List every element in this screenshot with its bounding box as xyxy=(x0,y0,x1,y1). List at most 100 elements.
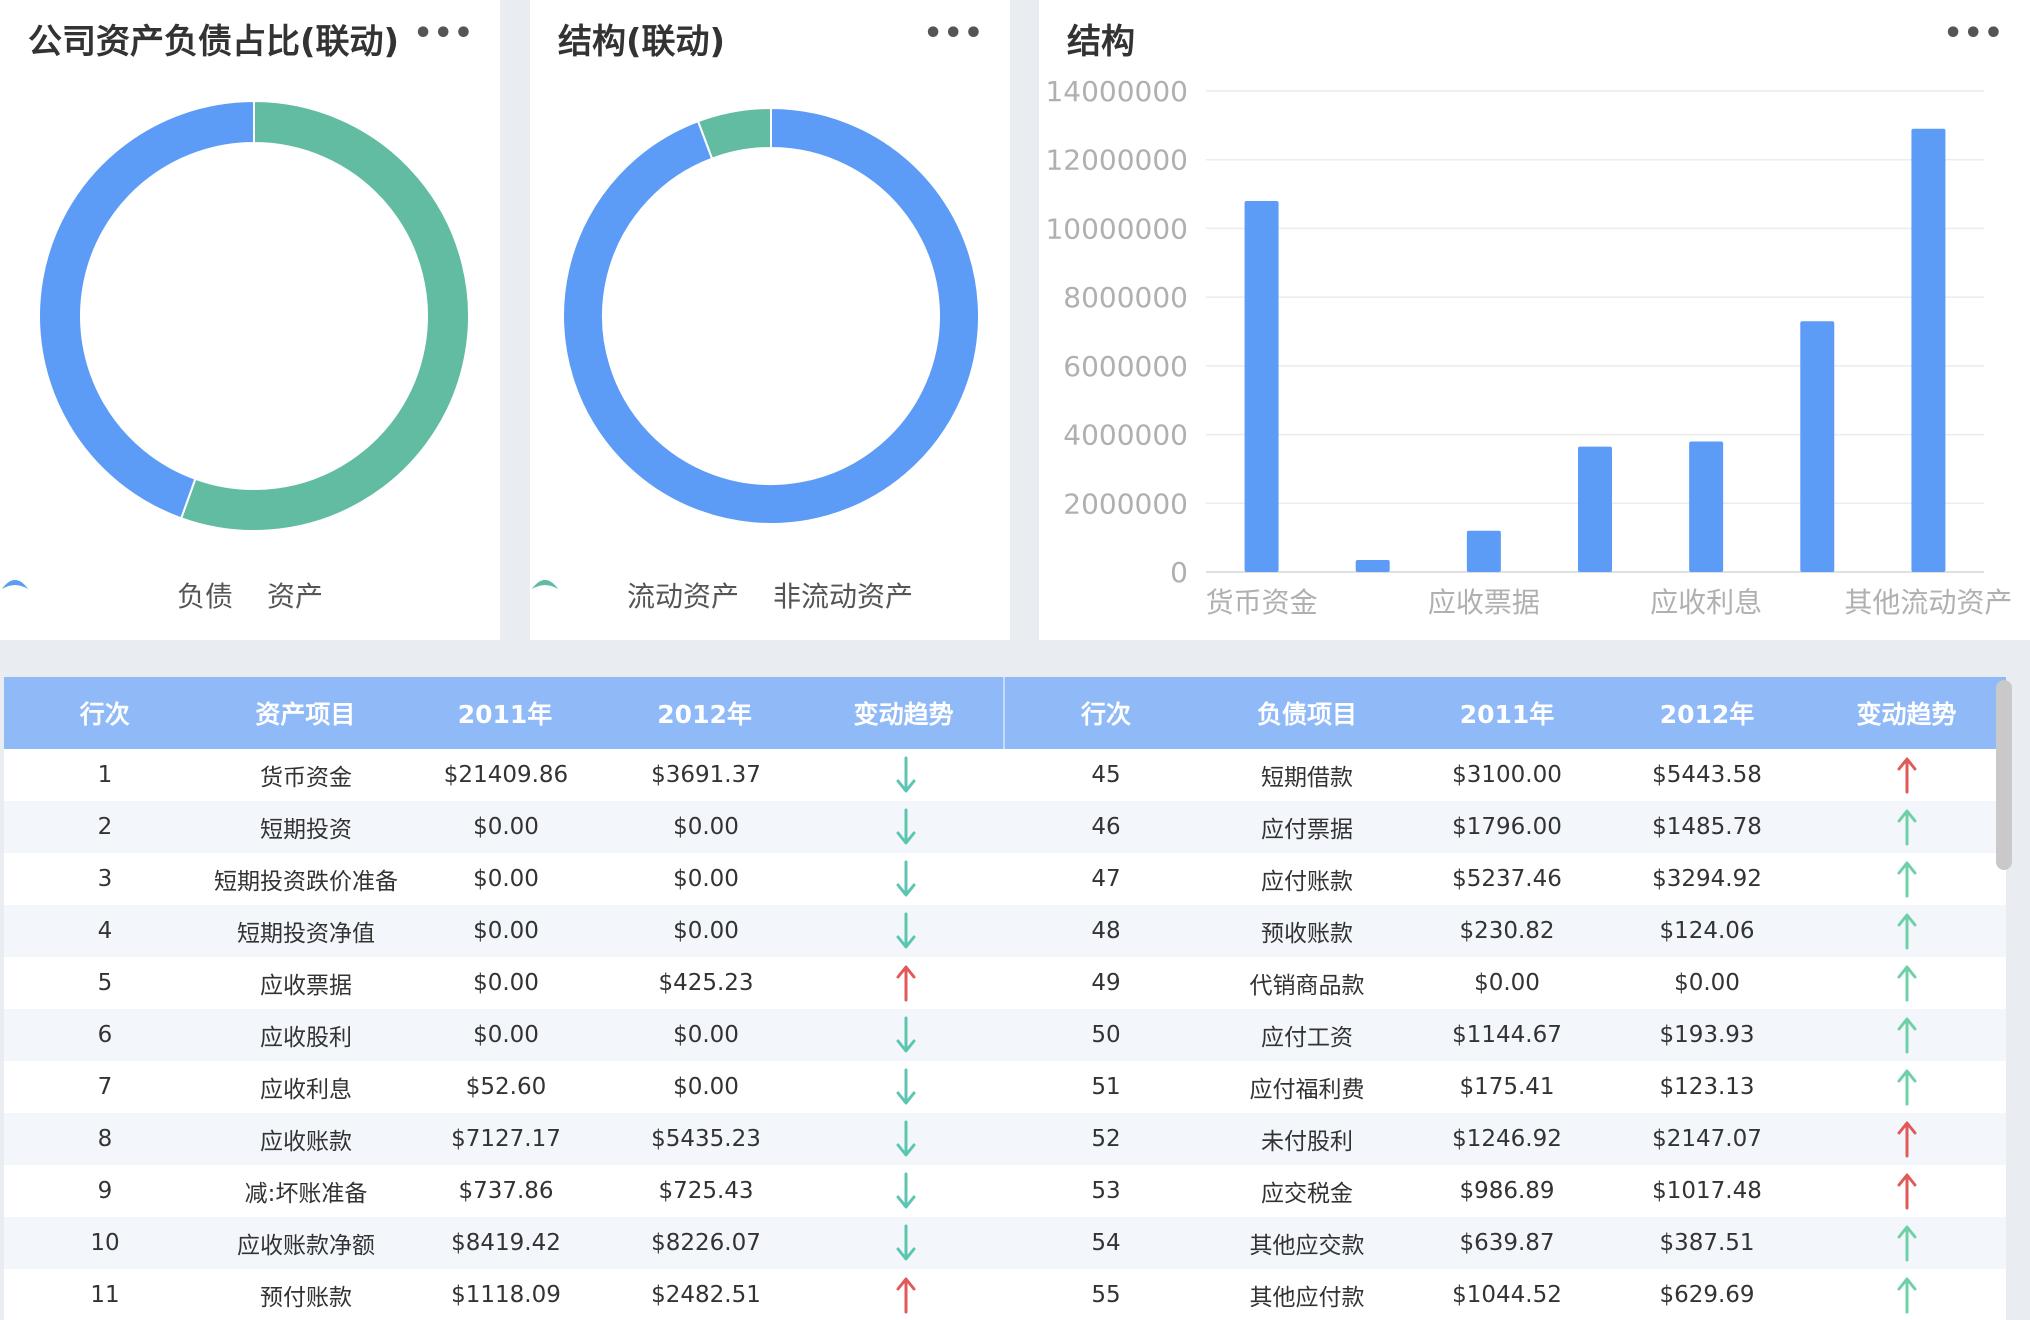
table-cell: 6 xyxy=(97,1022,113,1048)
table-row[interactable]: 5 应收票据 $0.00 $425.23 49 代销商品款 $0.00 $0.00 xyxy=(4,957,2006,1009)
table-row[interactable]: 3 短期投资跌价准备 $0.00 $0.00 47 应付账款 $5237.46 $3294.9… xyxy=(4,853,2006,905)
table-cell: 代销商品款 xyxy=(1249,973,1365,999)
legend-item[interactable]: 流动资产 xyxy=(532,575,739,615)
arrow-down-icon xyxy=(896,1172,915,1209)
arrow-up-icon xyxy=(1897,1225,1916,1262)
table-scrollbar[interactable] xyxy=(1996,680,2012,870)
bar-chart-structure[interactable]: 0 2000000 4000000 6000000 8000000 10000000 120… xyxy=(1039,0,2030,640)
legend-item[interactable]: 非流动资产 xyxy=(532,575,914,615)
trend-cell xyxy=(806,1061,1005,1113)
legend-item[interactable]: 资产 xyxy=(2,575,323,615)
table-row[interactable]: 2 短期投资 $0.00 $0.00 46 应付票据 $1796.00 $1485.78 xyxy=(4,801,2006,853)
bar-应收账款[interactable] xyxy=(1800,321,1835,572)
donut-slice[interactable] xyxy=(179,99,470,532)
table-cell: 3 xyxy=(97,866,113,892)
column-header[interactable]: 2011年 xyxy=(1407,677,1607,749)
table-header: 行次 资产项目 2011年 2012年 变动趋势 行次 负债项目 2011年 2012年 变动趋势 xyxy=(4,677,2006,749)
table-cell: 51 xyxy=(1091,1074,1121,1100)
table-cell: $0.00 xyxy=(673,918,739,944)
trend-cell xyxy=(1807,853,2006,905)
trend-cell xyxy=(1807,1269,2006,1320)
column-header[interactable]: 2011年 xyxy=(405,677,605,749)
column-header[interactable]: 2012年 xyxy=(605,677,805,749)
bar-应收利息[interactable] xyxy=(1689,441,1724,572)
y-tick-label: 14000000 xyxy=(1045,75,1188,108)
table-row[interactable]: 6 应收股利 $0.00 $0.00 50 应付工资 $1144.67 $193.93 xyxy=(4,1009,2006,1061)
table-row[interactable]: 7 应收利息 $52.60 $0.00 51 应付福利费 $175.41 $123.13 xyxy=(4,1061,2006,1113)
arrow-up-icon xyxy=(1897,861,1916,898)
column-header[interactable]: 负债项目 xyxy=(1207,677,1407,749)
table-cell: $737.86 xyxy=(458,1178,554,1204)
arrow-up-icon xyxy=(1897,1121,1916,1158)
table-cell: $986.89 xyxy=(1459,1178,1555,1204)
arrow-up-icon xyxy=(1897,965,1916,1002)
trend-cell xyxy=(806,1009,1005,1061)
column-header[interactable]: 行次 xyxy=(4,677,206,749)
bar-应收票据[interactable] xyxy=(1466,530,1501,572)
table-cell: $639.87 xyxy=(1459,1230,1555,1256)
donut-chart-assets-liabilities[interactable] xyxy=(0,0,500,560)
x-tick-label: 其他流动资产 xyxy=(1844,586,2012,619)
table-row[interactable]: 11 预付账款 $1118.09 $2482.51 55 其他应付款 $1044.52 $62… xyxy=(4,1269,2006,1320)
table-cell: $7127.17 xyxy=(451,1126,561,1152)
table-cell: $0.00 xyxy=(673,866,739,892)
table-cell: $8226.07 xyxy=(651,1230,761,1256)
table-cell: $1485.78 xyxy=(1652,814,1762,840)
legend-label: 非流动资产 xyxy=(773,580,914,613)
column-header[interactable]: 2012年 xyxy=(1607,677,1807,749)
legend-label: 流动资产 xyxy=(626,580,739,613)
panel-assets-liabilities: 公司资产负债占比(联动) ••• 负债 资产 xyxy=(0,0,500,640)
bar-货币资金[interactable] xyxy=(1244,200,1279,572)
table-cell: 短期投资净值 xyxy=(237,921,375,947)
arrow-down-icon xyxy=(896,1120,915,1157)
table-cell: $0.00 xyxy=(473,814,539,840)
arrow-down-icon xyxy=(896,808,915,845)
arrow-down-icon xyxy=(896,912,915,949)
table-row[interactable]: 1 货币资金 $21409.86 $3691.37 45 短期借款 $3100.00 $544… xyxy=(4,749,2006,801)
table-cell: 1 xyxy=(97,762,113,788)
table-cell: $193.93 xyxy=(1659,1022,1755,1048)
trend-cell xyxy=(806,749,1005,801)
trend-cell xyxy=(1807,1113,2006,1165)
column-header[interactable]: 资产项目 xyxy=(206,677,406,749)
donut-slice[interactable] xyxy=(562,106,980,525)
table-cell: $0.00 xyxy=(473,1022,539,1048)
table-cell: 减:坏账准备 xyxy=(244,1181,368,1207)
table-cell: 短期投资 xyxy=(260,817,352,843)
table-cell: 2 xyxy=(97,814,113,840)
table-row[interactable]: 4 短期投资净值 $0.00 $0.00 48 预收账款 $230.82 $124.06 xyxy=(4,905,2006,957)
table-cell: $3100.00 xyxy=(1452,762,1562,788)
column-header[interactable]: 变动趋势 xyxy=(1807,677,2006,749)
table-cell: 应付票据 xyxy=(1261,817,1353,843)
legend-label: 负债 xyxy=(176,580,233,613)
panel-structure-linked: 结构(联动) ••• 流动资产 非流动资产 xyxy=(530,0,1010,640)
table-cell: $8419.42 xyxy=(451,1230,561,1256)
legend-marker-icon xyxy=(532,580,558,589)
table-cell: $52.60 xyxy=(465,1074,547,1100)
arrow-down-icon xyxy=(896,756,915,793)
bar-其他流动资产[interactable] xyxy=(1911,128,1946,573)
table-cell: $175.41 xyxy=(1459,1074,1555,1100)
bar-短期投资[interactable] xyxy=(1355,559,1390,572)
column-header[interactable]: 变动趋势 xyxy=(804,677,1003,749)
trend-cell xyxy=(1807,1009,2006,1061)
y-tick-label: 10000000 xyxy=(1045,212,1188,245)
column-header[interactable]: 行次 xyxy=(1005,677,1207,749)
table-row[interactable]: 9 减:坏账准备 $737.86 $725.43 53 应交税金 $986.89 $1017.… xyxy=(4,1165,2006,1217)
donut-chart-structure[interactable] xyxy=(530,0,1010,560)
table-cell: $21409.86 xyxy=(443,762,569,788)
table-cell: $123.13 xyxy=(1659,1074,1755,1100)
y-tick-label: 6000000 xyxy=(1063,350,1188,383)
bar-应收股利[interactable] xyxy=(1578,446,1612,572)
table-cell: 未付股利 xyxy=(1261,1129,1353,1155)
donut-slice[interactable] xyxy=(696,106,772,160)
trend-cell xyxy=(1807,1061,2006,1113)
table-cell: 应收账款 xyxy=(260,1129,352,1155)
legend-item[interactable]: 负债 xyxy=(2,575,233,615)
donut-slice[interactable] xyxy=(38,99,255,520)
trend-cell xyxy=(806,957,1005,1009)
table-cell: 应付账款 xyxy=(1261,869,1353,895)
table-cell: $629.69 xyxy=(1659,1282,1755,1308)
table-row[interactable]: 8 应收账款 $7127.17 $5435.23 52 未付股利 $1246.92 $2147… xyxy=(4,1113,2006,1165)
table-row[interactable]: 10 应收账款净额 $8419.42 $8226.07 54 其他应交款 $639.87 $3… xyxy=(4,1217,2006,1269)
